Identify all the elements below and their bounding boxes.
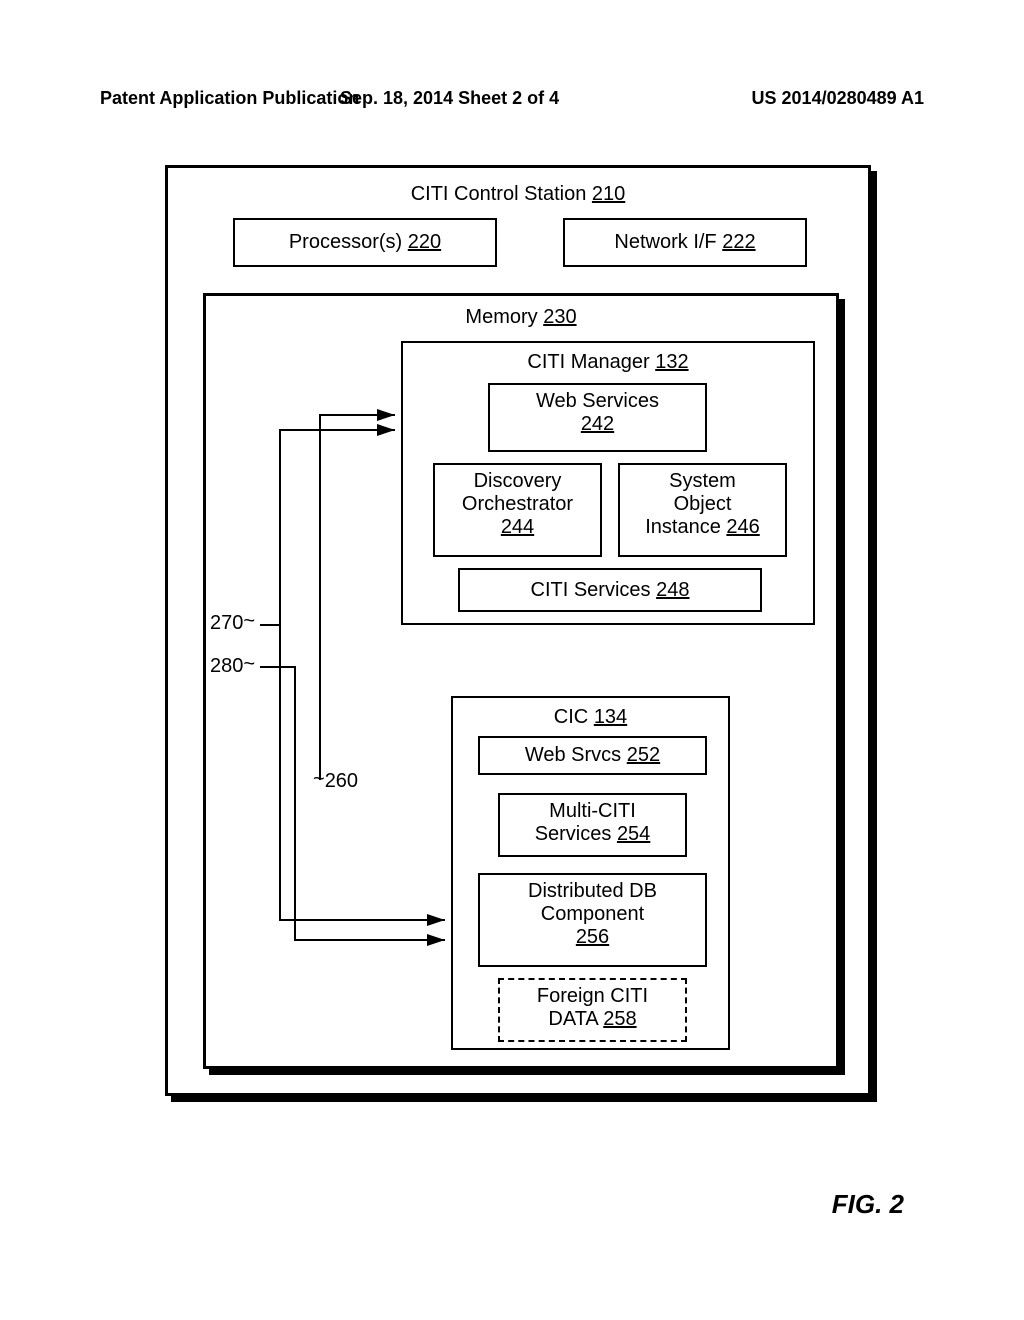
processors-box: Processor(s) 220 [233, 218, 497, 267]
ref-280: 280~ [210, 655, 255, 678]
memory-box: Memory 230 CITI Manager 132 Web Services… [203, 293, 839, 1069]
header-right: US 2014/0280489 A1 [752, 88, 924, 109]
citi-control-station-title: CITI Control Station 210 [168, 183, 868, 206]
discovery-orchestrator-box: DiscoveryOrchestrator244 [433, 463, 602, 557]
system-object-instance-box: SystemObjectInstance 246 [618, 463, 787, 557]
multi-citi-services-box: Multi-CITIServices 254 [498, 793, 687, 857]
citi-manager-box: CITI Manager 132 Web Services242 Discove… [401, 341, 815, 625]
page: Patent Application Publication Sep. 18, … [0, 0, 1024, 1320]
citi-services-box: CITI Services 248 [458, 568, 762, 612]
web-services-box: Web Services242 [488, 383, 707, 452]
citi-control-station-box: CITI Control Station 210 Processor(s) 22… [165, 165, 871, 1096]
network-if-box: Network I/F 222 [563, 218, 807, 267]
web-srvcs-box: Web Srvcs 252 [478, 736, 707, 775]
cic-box: CIC 134 Web Srvcs 252 Multi-CITIServices… [451, 696, 730, 1050]
figure-label: FIG. 2 [832, 1189, 904, 1220]
cic-title: CIC 134 [453, 706, 728, 729]
foreign-citi-data-box: Foreign CITIDATA 258 [498, 978, 687, 1042]
ref-270: 270~ [210, 612, 255, 635]
header-center: Sep. 18, 2014 Sheet 2 of 4 [340, 88, 559, 109]
citi-manager-title: CITI Manager 132 [403, 351, 813, 374]
header-left: Patent Application Publication [100, 88, 359, 109]
distributed-db-component-box: Distributed DBComponent256 [478, 873, 707, 967]
ref-260: ~260 [313, 770, 358, 793]
memory-title: Memory 230 [206, 306, 836, 329]
